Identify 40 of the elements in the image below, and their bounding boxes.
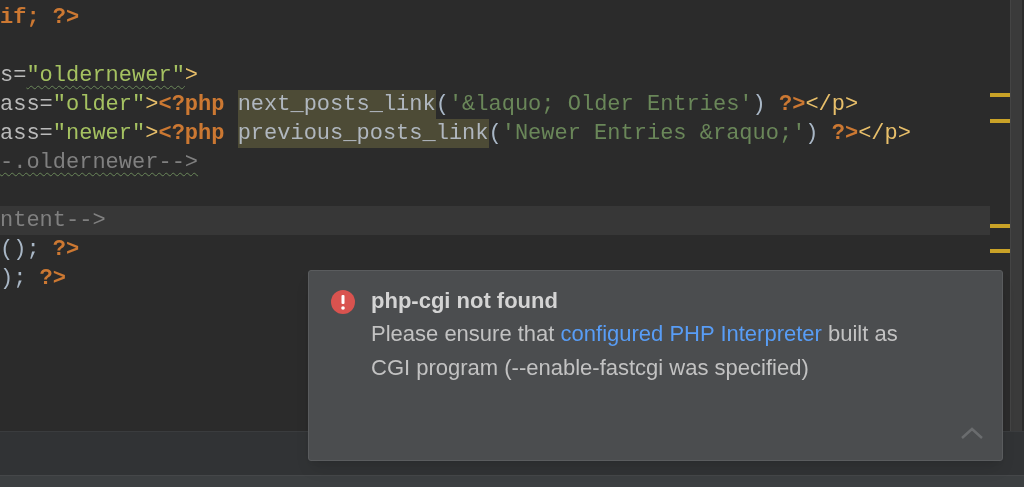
php-keyword: ?> <box>38 265 66 293</box>
attribute-name: s= <box>0 62 27 90</box>
scrollbar-track[interactable] <box>1010 0 1022 431</box>
code-comment: ntent--> <box>0 207 106 235</box>
php-keyword: ?> <box>51 236 80 264</box>
html-tag: </p> <box>858 119 911 148</box>
php-keyword: <?php <box>158 120 226 148</box>
punctuation: ); <box>0 265 27 293</box>
attribute-value: "oldernewer" <box>26 62 185 90</box>
punctuation: ( <box>488 120 502 148</box>
code-comment: -.oldernewer--> <box>0 149 199 177</box>
html-tag: > <box>145 90 159 119</box>
punctuation: ) <box>805 120 820 148</box>
punctuation: ( <box>435 91 449 119</box>
notification-message: Please ensure that configured PHP Interpreter built as CGI program (--enable-fastcgi was specified) <box>371 320 899 382</box>
html-tag: > <box>145 119 159 148</box>
string-literal: 'Newer Entries &raquo;' <box>501 120 806 148</box>
interpreter-link[interactable]: configured PHP Interpreter <box>560 321 822 346</box>
error-stripe-mark[interactable] <box>990 249 1010 253</box>
function-name: next_posts_link <box>237 90 436 119</box>
html-tag: > <box>184 61 199 90</box>
php-keyword: ?> <box>778 91 806 119</box>
error-stripe-mark[interactable] <box>990 119 1010 123</box>
php-keyword: ?> <box>831 120 859 148</box>
attribute-value: "newer" <box>52 120 146 148</box>
function-name: previous_posts_link <box>237 119 489 148</box>
php-keyword: if; ?> <box>0 4 80 32</box>
punctuation: (); <box>0 236 40 264</box>
notification-title: php-cgi not found <box>371 287 559 315</box>
error-stripe-mark[interactable] <box>990 93 1010 97</box>
attribute-name: ass= <box>0 91 53 119</box>
attribute-name: ass= <box>0 120 53 148</box>
html-tag: </p> <box>805 90 859 119</box>
string-literal: '&laquo; Older Entries' <box>448 91 753 119</box>
punctuation: ) <box>752 91 767 119</box>
php-keyword: <?php <box>158 91 226 119</box>
error-stripe-mark[interactable] <box>990 224 1010 228</box>
error-icon <box>330 289 356 315</box>
collapse-chevron-icon[interactable] <box>960 426 984 440</box>
attribute-value: "older" <box>52 91 146 119</box>
